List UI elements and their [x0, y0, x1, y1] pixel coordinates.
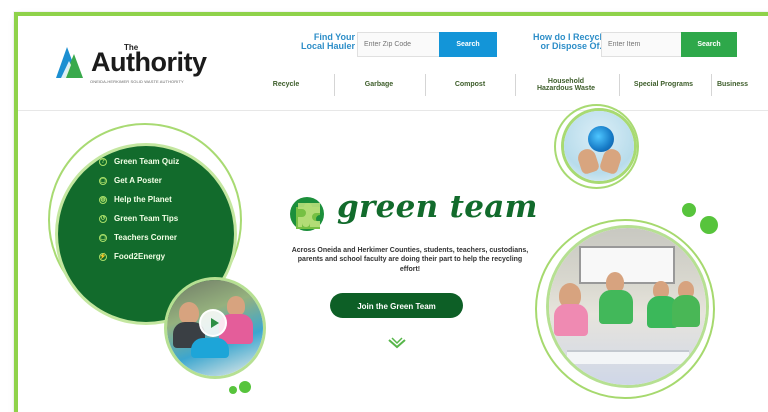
green-team-description: Across Oneida and Herkimer Counties, stu…: [291, 247, 529, 273]
nav-label-garbage: Garbage: [364, 81, 394, 89]
classroom-photo: [549, 228, 706, 385]
decorative-green-dot: [700, 216, 718, 234]
decorative-green-dot: [229, 386, 237, 394]
site-logo[interactable]: The Authority Oneida-Herkimer Solid Wast…: [50, 41, 220, 87]
nav-item-compost[interactable]: Compost: [429, 71, 511, 99]
menu-label-green-team-quiz: Green Team Quiz: [114, 157, 180, 166]
video-play-icon[interactable]: [199, 309, 227, 337]
classroom-whiteboard: [579, 246, 675, 284]
menu-item-teachers-corner[interactable]: ▢ Teachers Corner: [99, 228, 224, 247]
nav-item-garbage[interactable]: Garbage: [337, 71, 421, 99]
green-team-title: green team: [337, 189, 538, 225]
nav-divider: [425, 74, 426, 96]
recycling-bin-photo-shape: [191, 338, 229, 358]
student-photo-shape: [179, 302, 199, 324]
classroom-table: [567, 350, 689, 364]
nav-label-compost: Compost: [454, 81, 486, 89]
nav-item-special-programs[interactable]: Special Programs: [620, 71, 707, 99]
green-team-puzzle-icon: [290, 197, 324, 231]
green-team-menu: ? Green Team Quiz ▢ Get A Poster ◍ Help …: [99, 152, 224, 266]
join-green-team-button[interactable]: Join the Green Team: [330, 293, 463, 318]
main-navigation: Recycle Garbage Compost Household Hazard…: [245, 71, 753, 105]
logo-tagline: Oneida-Herkimer Solid Waste Authority: [90, 79, 184, 84]
tips-icon: ↺: [99, 214, 107, 223]
item-search-input[interactable]: [601, 32, 681, 57]
globe-in-hands-image: [564, 111, 634, 181]
nav-label-special-programs: Special Programs: [633, 81, 694, 89]
classroom-person-shape: [599, 290, 633, 324]
logo-text: Authority: [91, 47, 207, 77]
decorative-green-dot: [239, 381, 251, 393]
decorative-green-dot: [682, 203, 696, 217]
find-label-line2: Local Hauler: [300, 41, 355, 52]
how-dispose-label: How do I Recycle or Dispose Of...: [509, 32, 607, 52]
how-label-line2: or Dispose Of...: [540, 41, 607, 52]
energy-icon: ⚡: [99, 252, 107, 261]
green-team-hero: ? Green Team Quiz ▢ Get A Poster ◍ Help …: [18, 104, 768, 412]
menu-item-get-a-poster[interactable]: ▢ Get A Poster: [99, 171, 224, 190]
nav-label-recycle: Recycle: [272, 81, 300, 89]
chevron-down-icon[interactable]: [387, 337, 407, 351]
student-photo-shape: [227, 296, 245, 316]
nav-item-household-hazardous-waste[interactable]: Household Hazardous Waste: [516, 71, 616, 99]
menu-label-teachers-corner: Teachers Corner: [114, 233, 177, 242]
menu-item-green-team-quiz[interactable]: ? Green Team Quiz: [99, 152, 224, 171]
nav-label-household-line2: Hazardous Waste: [536, 85, 596, 92]
menu-item-food2energy[interactable]: ⚡ Food2Energy: [99, 247, 224, 266]
poster-icon: ▢: [99, 176, 107, 185]
site-header: The Authority Oneida-Herkimer Solid Wast…: [18, 16, 768, 111]
menu-label-get-a-poster: Get A Poster: [114, 176, 162, 185]
authority-logo-mark-icon: [56, 47, 83, 78]
page-frame: The Authority Oneida-Herkimer Solid Wast…: [14, 12, 768, 412]
nav-item-recycle[interactable]: Recycle: [245, 71, 327, 99]
classroom-person-shape: [672, 295, 700, 327]
nav-label-household-line1: Household: [547, 77, 585, 85]
nav-item-business[interactable]: Business: [712, 71, 753, 99]
teachers-icon: ▢: [99, 233, 107, 242]
planet-icon: ◍: [99, 195, 107, 204]
zip-code-input[interactable]: [357, 32, 439, 57]
menu-item-help-the-planet[interactable]: ◍ Help the Planet: [99, 190, 224, 209]
item-search-button[interactable]: Search: [681, 32, 737, 57]
classroom-person-shape: [554, 304, 588, 336]
menu-label-help-the-planet: Help the Planet: [114, 195, 172, 204]
nav-divider: [334, 74, 335, 96]
menu-label-green-team-tips: Green Team Tips: [114, 214, 179, 223]
find-local-hauler-label: Find Your Local Hauler: [282, 32, 355, 52]
quiz-icon: ?: [99, 157, 107, 166]
nav-label-business: Business: [716, 81, 749, 89]
menu-item-green-team-tips[interactable]: ↺ Green Team Tips: [99, 209, 224, 228]
menu-label-food2energy: Food2Energy: [114, 252, 166, 261]
zip-search-button[interactable]: Search: [439, 32, 497, 57]
